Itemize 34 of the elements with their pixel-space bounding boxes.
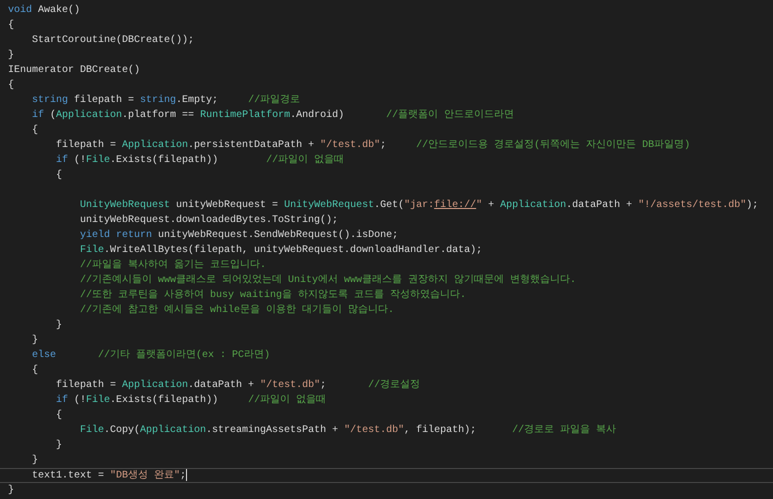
code-line: //기존예시들이 www클래스로 되어있었는데 Unity에서 www클래스를 권장하지 않기때문에 변형했습니다. <box>79 274 578 288</box>
code-line: if (!File.Exists(filepath)) //파일이 없을때 <box>55 394 328 408</box>
code-link[interactable]: file:// <box>434 200 476 211</box>
code-line: //파일을 복사하여 옮기는 코드입니다. <box>79 258 268 273</box>
code-line: } <box>31 454 40 468</box>
code-line: } <box>8 484 16 498</box>
code-line: { <box>55 408 64 423</box>
code-line: File.Copy(Application.streamingAssetsPath + "/test.db", filepath); //경로로 파일을 복사 <box>79 424 618 438</box>
code-line: { <box>31 364 40 378</box>
code-line: File.WriteAllBytes(filepath, unityWebRequest.downloadHandler.data); <box>79 244 484 258</box>
code-line: if (Application.platform == RuntimePlatform.Android) //플랫폼이 안드로이드라면 <box>31 108 516 123</box>
code-line: UnityWebRequest unityWebRequest = UnityWebRequest.Get("jar:file://" + Application.dataPath + "!/assets/test.db"); <box>79 198 760 213</box>
code-line: yield return unityWebRequest.SendWebRequest().isDone; <box>79 228 400 243</box>
code-line: { <box>55 168 64 183</box>
code-line: unityWebRequest.downloadedBytes.ToString(); <box>79 214 340 228</box>
code-line: if (!File.Exists(filepath)) //파일이 없을때 <box>55 154 346 168</box>
code-line: text1.text = "DB생성 완료"; <box>0 468 773 483</box>
code-line: string filepath = string.Empty; //파일경로 <box>31 94 302 108</box>
code-line: filepath = Application.dataPath + "/test.db"; //경로설정 <box>55 378 422 393</box>
code-line: //또한 코루틴을 사용하여 busy waiting을 하지않도록 코드를 작성하였습니다. <box>79 288 468 303</box>
code-line: else //기타 플랫폼이라면(ex : PC라면) <box>31 348 272 363</box>
code-line: } <box>55 438 64 453</box>
code-line: //기존에 참고한 예시들은 while문을 이용한 대기들이 많습니다. <box>79 304 396 318</box>
text-cursor <box>186 469 188 481</box>
code-line: { <box>8 18 16 33</box>
code-line: IEnumerator DBCreate() <box>8 64 142 78</box>
code-line: } <box>31 334 40 348</box>
code-line: { <box>8 78 16 93</box>
code-line: { <box>31 124 40 138</box>
code-line: } <box>55 318 64 333</box>
code-line: StartCoroutine(DBCreate()); <box>31 34 196 48</box>
code-line: void Awake() <box>8 4 82 18</box>
code-line: } <box>8 48 16 63</box>
code-line: filepath = Application.persistentDataPath + "/test.db"; //안드로이드용 경로설정(뒤쪽에는 자신이만든 DB파일명) <box>55 138 692 153</box>
